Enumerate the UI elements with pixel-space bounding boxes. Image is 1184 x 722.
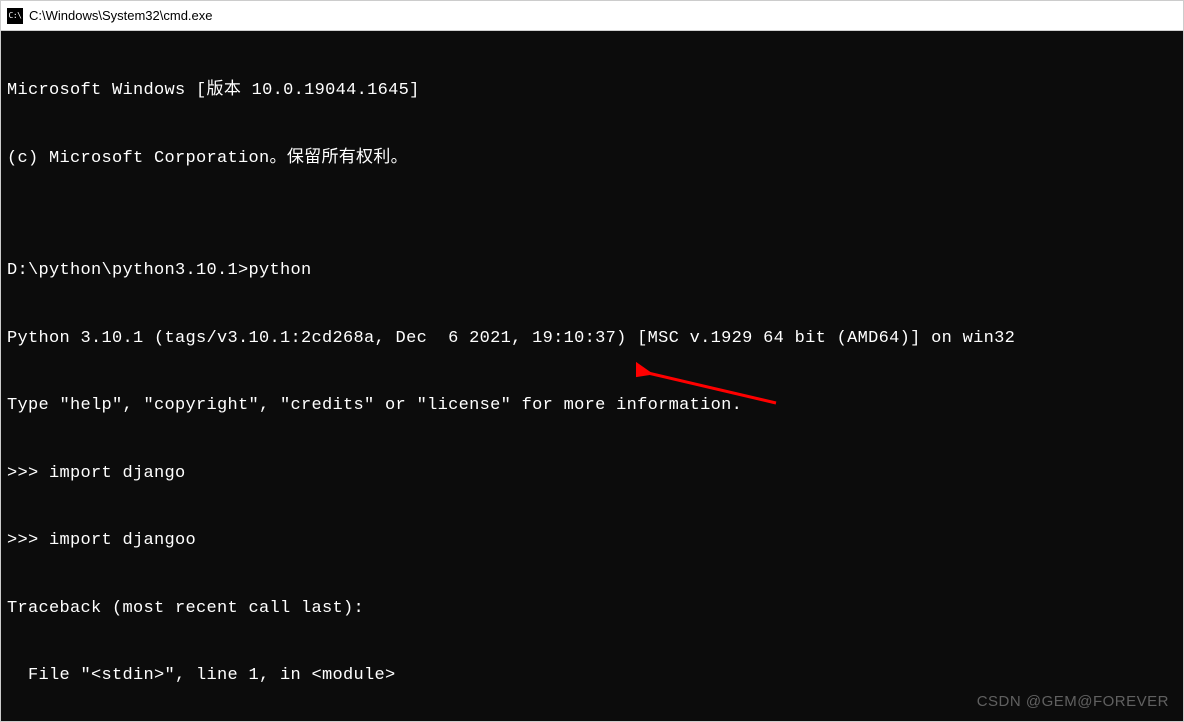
terminal-line: >>> import djangoo — [7, 530, 1177, 553]
terminal-line: >>> import django — [7, 463, 1177, 486]
terminal-line: Microsoft Windows [版本 10.0.19044.1645] — [7, 80, 1177, 103]
titlebar[interactable]: C:\ C:\Windows\System32\cmd.exe — [1, 1, 1183, 31]
cmd-icon: C:\ — [7, 8, 23, 24]
terminal-line: (c) Microsoft Corporation。保留所有权利。 — [7, 148, 1177, 171]
cmd-window: C:\ C:\Windows\System32\cmd.exe Microsof… — [0, 0, 1184, 722]
watermark-text: CSDN @GEM@FOREVER — [977, 691, 1169, 714]
terminal-line: Type "help", "copyright", "credits" or "… — [7, 395, 1177, 418]
terminal-line: File "<stdin>", line 1, in <module> — [7, 665, 1177, 688]
terminal-line: Python 3.10.1 (tags/v3.10.1:2cd268a, Dec… — [7, 328, 1177, 351]
terminal-line: Traceback (most recent call last): — [7, 598, 1177, 621]
window-title: C:\Windows\System32\cmd.exe — [29, 8, 213, 23]
terminal-line: D:\python\python3.10.1>python — [7, 260, 1177, 283]
terminal-area[interactable]: Microsoft Windows [版本 10.0.19044.1645] (… — [1, 31, 1183, 721]
